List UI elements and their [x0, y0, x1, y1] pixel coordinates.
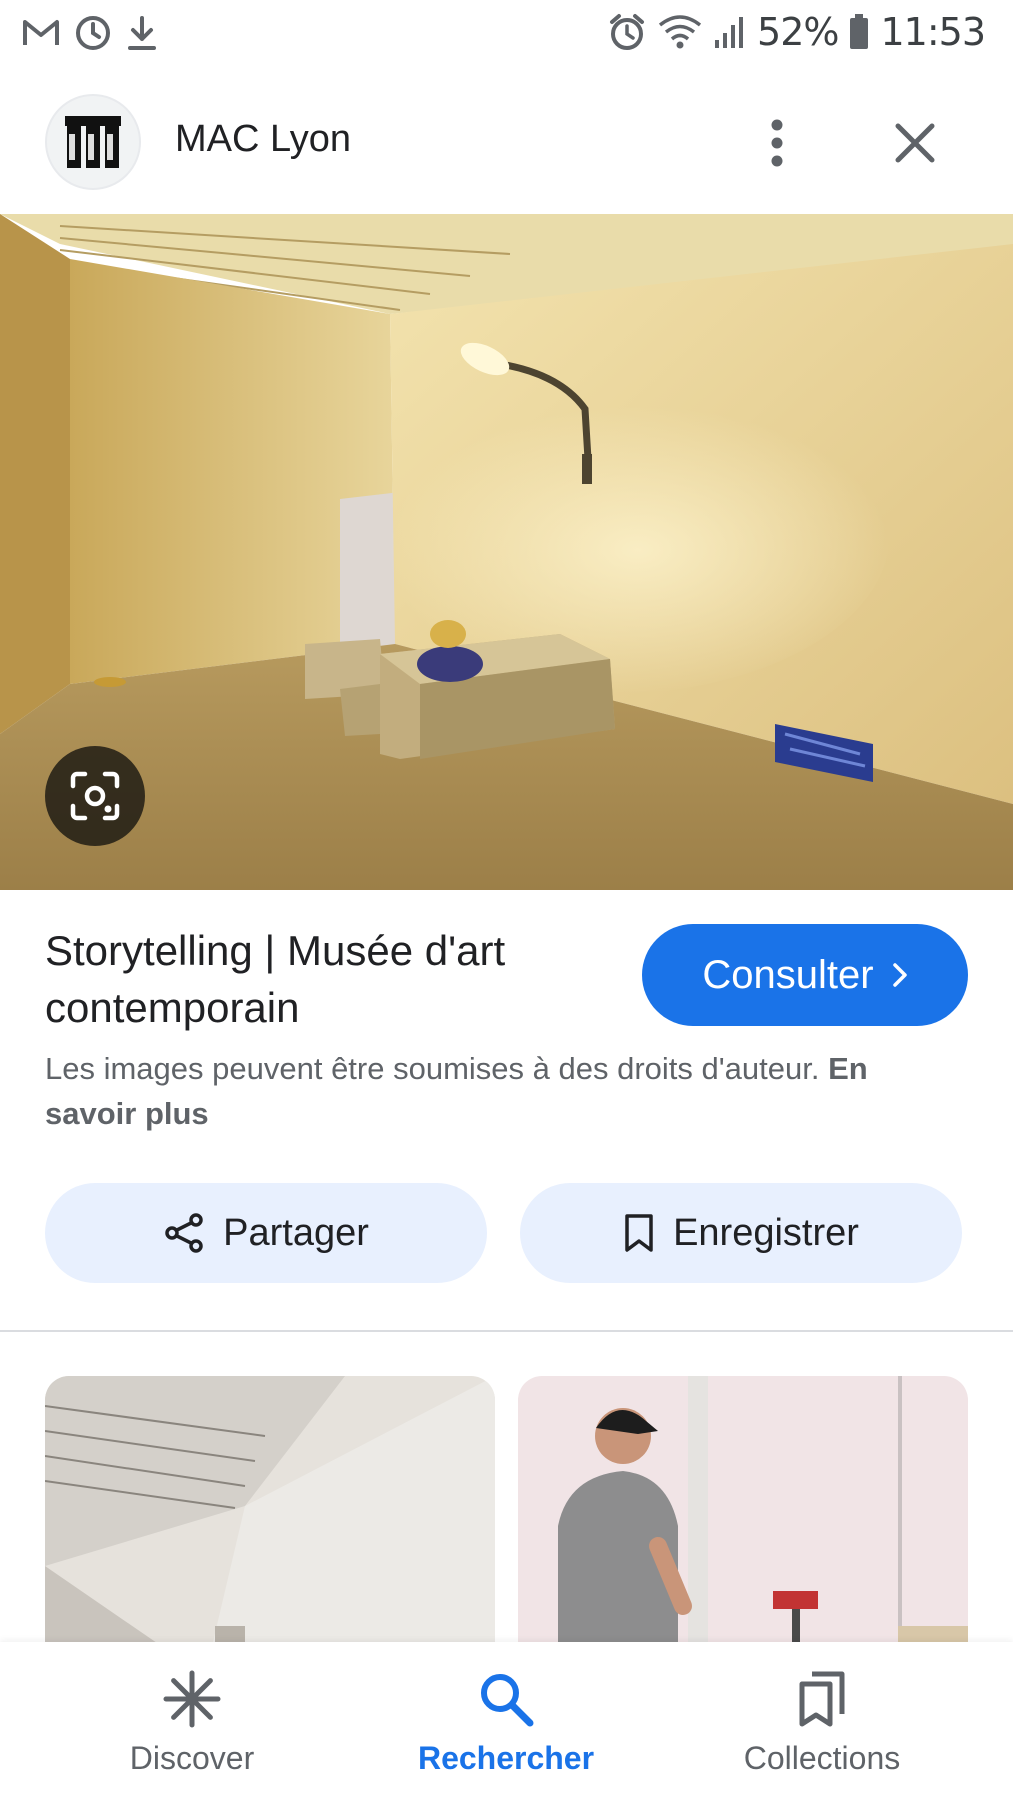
save-button[interactable]: Enregistrer: [520, 1183, 962, 1283]
result-image[interactable]: [0, 214, 1013, 890]
related-image-1[interactable]: [45, 1376, 495, 1676]
chevron-right-icon: [892, 963, 907, 987]
save-label: Enregistrer: [673, 1211, 859, 1254]
collections-icon: [799, 1671, 845, 1727]
mac-lyon-logo-icon: [65, 116, 121, 168]
related-photo-worker: [518, 1376, 968, 1676]
visit-button[interactable]: Consulter: [642, 924, 968, 1026]
clock: 11:53: [880, 10, 986, 54]
more-vert-icon: [771, 119, 783, 167]
asterisk-icon: [163, 1670, 221, 1728]
google-lens-icon: [70, 771, 120, 821]
sync-icon: [76, 16, 110, 50]
status-bar-system: 52% 11:53: [607, 10, 986, 54]
site-name[interactable]: MAC Lyon: [175, 118, 351, 161]
result-header: MAC Lyon: [0, 88, 1013, 198]
share-button[interactable]: Partager: [45, 1183, 487, 1283]
related-photo-room: [45, 1376, 495, 1676]
gallery-room-photo: [0, 214, 1013, 890]
more-options-button[interactable]: [755, 108, 799, 178]
nav-discover[interactable]: Discover: [42, 1642, 342, 1800]
nav-search[interactable]: Rechercher: [356, 1642, 656, 1800]
alarm-icon: [610, 14, 645, 50]
signal-icon: [715, 17, 744, 48]
lens-search-button[interactable]: [45, 746, 145, 846]
result-title[interactable]: Storytelling | Musée d'art contemporain: [45, 922, 605, 1036]
nav-collections[interactable]: Collections: [672, 1642, 972, 1800]
wifi-icon: [658, 15, 702, 49]
gmail-icon: [23, 20, 59, 45]
close-icon: [895, 123, 935, 163]
nav-collections-label: Collections: [743, 1740, 901, 1776]
bookmark-icon: [625, 1214, 653, 1252]
share-label: Partager: [223, 1211, 369, 1254]
copyright-notice: Les images peuvent être soumises à des d…: [45, 1046, 965, 1136]
close-button[interactable]: [880, 108, 950, 178]
battery-percent: 52%: [757, 10, 839, 54]
visit-button-label: Consulter: [702, 952, 874, 997]
status-bar: 52% 11:53: [0, 0, 1013, 70]
status-bar-notifications: [22, 14, 158, 52]
copyright-text: Les images peuvent être soumises à des d…: [45, 1051, 820, 1086]
share-icon: [165, 1213, 203, 1253]
search-icon: [481, 1674, 534, 1727]
bottom-navigation: Discover Rechercher Collections: [0, 1642, 1013, 1800]
nav-search-label: Rechercher: [417, 1740, 595, 1776]
related-image-2[interactable]: [518, 1376, 968, 1676]
section-divider: [0, 1330, 1013, 1332]
battery-icon: [850, 14, 869, 49]
nav-discover-label: Discover: [129, 1740, 255, 1776]
site-logo[interactable]: [45, 94, 141, 190]
download-icon: [128, 16, 156, 50]
